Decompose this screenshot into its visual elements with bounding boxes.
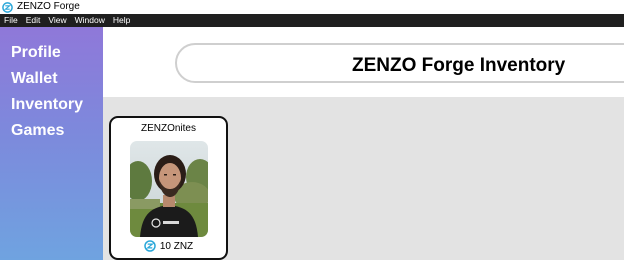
- sidebar-item-wallet[interactable]: Wallet: [11, 66, 103, 92]
- menu-edit[interactable]: Edit: [26, 14, 41, 27]
- menu-window[interactable]: Window: [75, 14, 105, 27]
- title-banner: ZENZO Forge Inventory: [175, 43, 624, 83]
- inventory-grid: ZENZOnites 10 ZNZ: [103, 97, 624, 260]
- sidebar-nav: Profile Wallet Inventory Games: [0, 27, 103, 260]
- sidebar-item-inventory[interactable]: Inventory: [11, 92, 103, 118]
- sidebar-item-profile[interactable]: Profile: [11, 40, 103, 66]
- menu-file[interactable]: File: [4, 14, 18, 27]
- window-title: ZENZO Forge: [17, 1, 80, 12]
- sidebar-item-games[interactable]: Games: [11, 118, 103, 144]
- window-titlebar: ZENZO Forge: [0, 0, 624, 14]
- zenzo-app-icon: [2, 1, 13, 13]
- page-header: ZENZO Forge Inventory: [103, 27, 624, 97]
- price-label: 10 ZNZ: [159, 240, 194, 252]
- page-title: ZENZO Forge Inventory: [352, 55, 566, 76]
- menu-view[interactable]: View: [48, 14, 66, 27]
- item-image: [130, 141, 208, 237]
- menu-bar: File Edit View Window Help: [0, 14, 624, 27]
- menu-help[interactable]: Help: [113, 14, 130, 27]
- item-name: ZENZOnites: [140, 123, 196, 134]
- item-price: 10 ZNZ: [111, 240, 226, 252]
- znz-coin-icon: [144, 240, 156, 252]
- inventory-card[interactable]: ZENZOnites 10 ZNZ: [109, 116, 228, 260]
- portrait-photo: [130, 141, 208, 237]
